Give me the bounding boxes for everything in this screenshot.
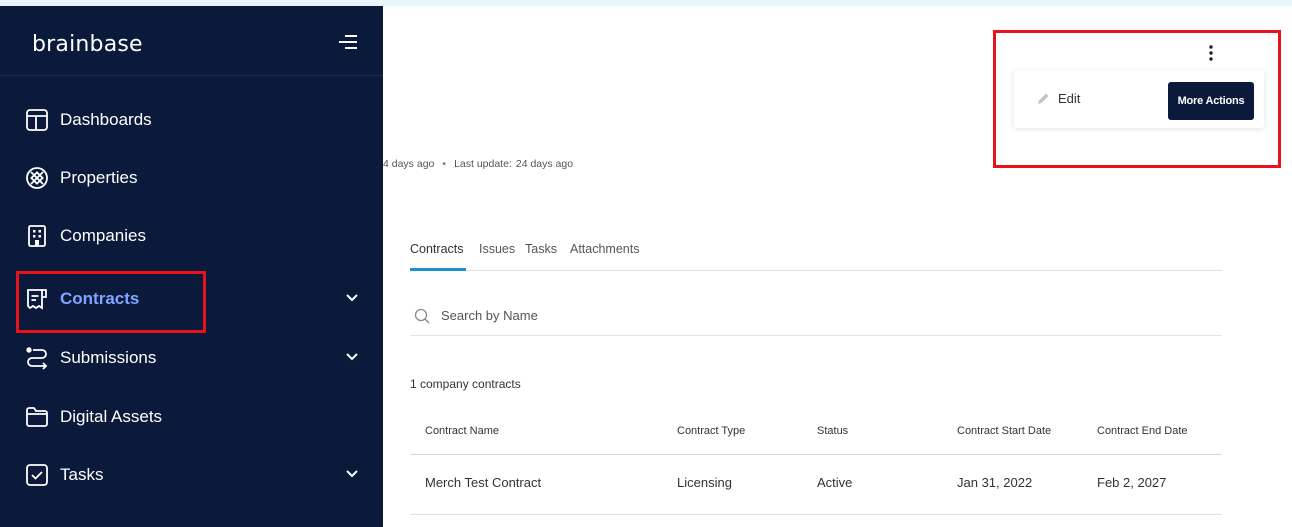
dashboard-icon	[24, 107, 50, 133]
sidebar-item-companies[interactable]: Companies	[24, 216, 374, 256]
cell-end-date: Feb 2, 2027	[1097, 475, 1167, 490]
building-icon	[24, 223, 50, 249]
sidebar-item-label: Submissions	[60, 348, 157, 367]
last-update-value: 24 days ago	[515, 158, 574, 170]
sidebar-item-label: Properties	[60, 168, 138, 187]
brand-logo[interactable]: brainbase	[32, 32, 143, 57]
sidebar: brainbase	[0, 6, 383, 527]
sidebar-item-submissions[interactable]: Submissions	[24, 338, 374, 378]
detail-tabs: Contracts Issues Tasks Attachments	[410, 240, 1222, 271]
column-header-start-date[interactable]: Contract Start Date	[957, 425, 1051, 437]
cell-status: Active	[817, 475, 853, 490]
sidebar-item-label: Companies	[60, 226, 146, 245]
column-header-contract-type[interactable]: Contract Type	[677, 425, 745, 437]
sidebar-divider	[0, 75, 383, 76]
tab-attachments[interactable]: Attachments	[570, 242, 639, 256]
chevron-down-icon[interactable]	[345, 467, 359, 481]
sidebar-item-label: Dashboards	[60, 110, 152, 129]
created-time: 4 days ago	[383, 158, 435, 170]
table-header: Contract Name Contract Type Status Contr…	[410, 410, 1222, 455]
sidebar-item-properties[interactable]: Properties	[24, 158, 374, 198]
chevron-down-icon[interactable]	[345, 350, 359, 364]
sidebar-item-label: Digital Assets	[60, 407, 163, 426]
properties-icon	[24, 165, 50, 191]
cell-contract-name[interactable]: Merch Test Contract	[425, 475, 541, 490]
last-update-label: Last update:	[454, 158, 512, 170]
record-meta: 4 days ago • Last update: 24 days ago	[383, 158, 573, 170]
contracts-table: Contract Name Contract Type Status Contr…	[410, 410, 1222, 515]
search-bar[interactable]	[410, 296, 1222, 336]
sidebar-item-digital-assets[interactable]: Digital Assets	[24, 397, 374, 437]
submissions-icon	[24, 345, 50, 371]
column-header-status[interactable]: Status	[817, 425, 848, 437]
highlight-box-actions	[993, 30, 1281, 168]
column-header-contract-name[interactable]: Contract Name	[425, 425, 499, 437]
sidebar-item-tasks[interactable]: Tasks	[24, 455, 374, 495]
task-checkbox-icon	[24, 462, 50, 488]
cell-start-date: Jan 31, 2022	[957, 475, 1033, 490]
search-input[interactable]	[441, 308, 841, 323]
contracts-count: 1 company contracts	[410, 377, 521, 391]
sidebar-item-label: Tasks	[60, 465, 104, 484]
active-tab-indicator	[410, 268, 466, 271]
folder-icon	[24, 404, 50, 430]
cell-contract-type: Licensing	[677, 475, 732, 490]
highlight-box-contracts	[16, 271, 206, 333]
collapse-menu-icon[interactable]	[337, 32, 359, 52]
tab-tasks[interactable]: Tasks	[525, 242, 557, 256]
sidebar-item-dashboards[interactable]: Dashboards	[24, 100, 374, 140]
separator-dot: •	[442, 158, 447, 170]
column-header-end-date[interactable]: Contract End Date	[1097, 425, 1188, 437]
tab-issues[interactable]: Issues	[479, 242, 515, 256]
tab-contracts[interactable]: Contracts	[410, 242, 464, 256]
table-row[interactable]: Merch Test Contract Licensing Active Jan…	[410, 455, 1222, 515]
search-icon	[414, 308, 430, 323]
chevron-down-icon[interactable]	[345, 291, 359, 305]
